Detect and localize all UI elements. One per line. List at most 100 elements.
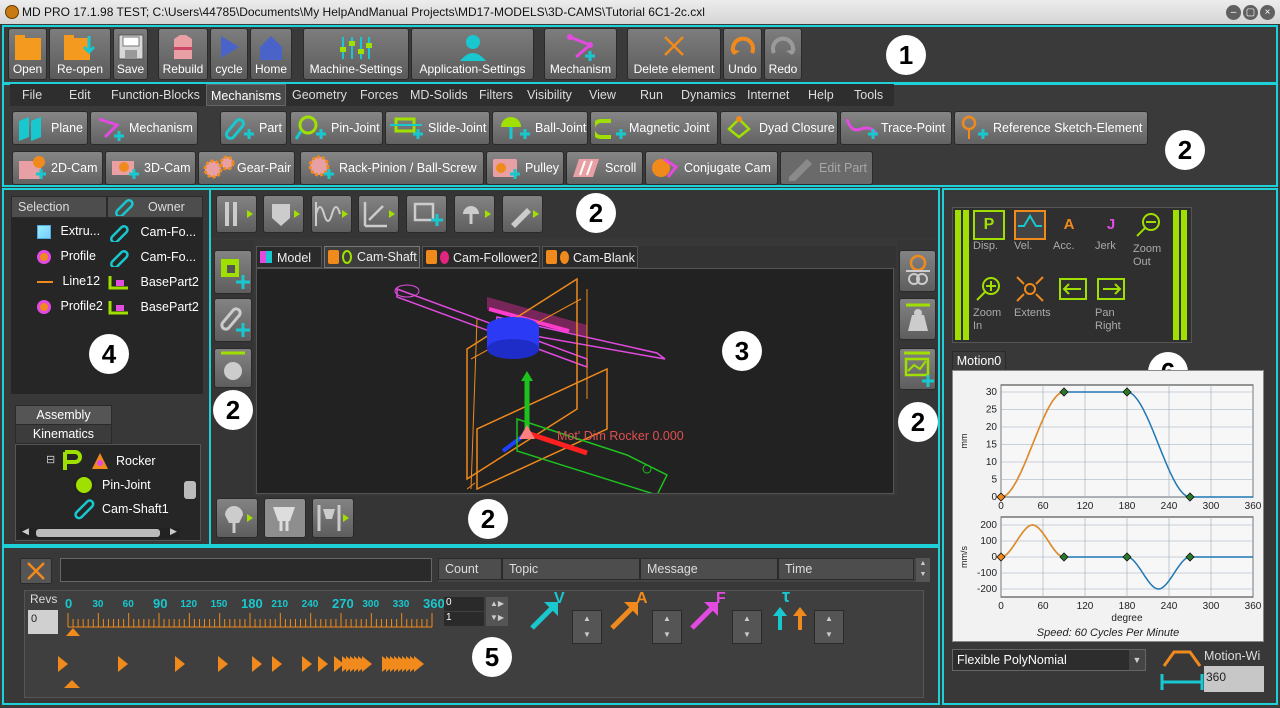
disp-button[interactable]: P Disp. <box>973 210 1009 252</box>
message-scroll-icon[interactable]: ▲ ▼ <box>916 558 930 582</box>
selection-row[interactable]: Extru... <box>37 224 100 239</box>
tree-hscroll[interactable]: ◀ ▶ <box>20 526 180 538</box>
reference-sketch-element-button[interactable]: Reference Sketch-Element <box>954 111 1148 145</box>
play-speed-arrow[interactable] <box>272 656 282 672</box>
header-message[interactable]: Message <box>640 558 778 580</box>
play-speed-arrow[interactable] <box>302 656 312 672</box>
menu-help[interactable]: Help <box>804 84 838 106</box>
menu-file[interactable]: File <box>18 84 46 106</box>
tree-vscroll-thumb[interactable] <box>184 481 196 499</box>
header-time[interactable]: Time <box>778 558 914 580</box>
velocity-spin[interactable]: ▲ ▼ <box>572 610 602 644</box>
rack-pinion-button[interactable]: Rack-Pinion / Ball-Screw <box>300 151 484 185</box>
acceleration-spin[interactable]: ▲ ▼ <box>652 610 682 644</box>
minimize-icon[interactable]: – <box>1226 5 1241 20</box>
tree-item-cam-shaft1[interactable]: Cam-Shaft1 <box>102 502 169 516</box>
tab-cam-follower2[interactable]: Cam-Follower2 <box>422 246 540 268</box>
view-top-button-2[interactable] <box>263 195 304 233</box>
spin-input-2[interactable]: 1 <box>444 612 484 626</box>
view-top-button-3[interactable] <box>311 195 352 233</box>
view-right-button-3[interactable] <box>899 348 936 390</box>
menu-md-solids[interactable]: MD-Solids <box>406 84 472 106</box>
menu-filters[interactable]: Filters <box>475 84 517 106</box>
ball-joint-button[interactable]: Ball-Joint <box>492 111 588 145</box>
view-top-button-5[interactable] <box>406 195 447 233</box>
play-speed-arrow[interactable] <box>218 656 228 672</box>
view-bottom-button-1[interactable] <box>216 498 258 538</box>
slide-joint-button[interactable]: Slide-Joint <box>385 111 490 145</box>
pan-left-button[interactable] <box>1057 274 1093 307</box>
menu-dynamics[interactable]: Dynamics <box>677 84 740 106</box>
header-count[interactable]: Count <box>438 558 502 580</box>
spin-arrows[interactable]: ▲▶ ▼▶ <box>486 597 508 626</box>
3d-viewport[interactable]: Mot' Dim Rocker 0.000 3 <box>256 268 894 496</box>
view-top-button-6[interactable] <box>454 195 495 233</box>
view-top-button-4[interactable] <box>358 195 399 233</box>
redo-button[interactable]: Redo <box>764 28 802 80</box>
menu-forces[interactable]: Forces <box>356 84 402 106</box>
play-speed-arrow[interactable] <box>318 656 328 672</box>
scroll-left-icon[interactable]: ◀ <box>22 526 29 537</box>
undo-button[interactable]: Undo <box>723 28 762 80</box>
mechanism-ribbon-button[interactable]: Mechanism <box>90 111 198 145</box>
jerk-button[interactable]: J Jerk <box>1095 210 1131 252</box>
zoom-in-button[interactable]: Zoom In <box>973 274 1009 333</box>
magnetic-joint-button[interactable]: Magnetic Joint <box>590 111 718 145</box>
extents-button[interactable]: Extents <box>1014 274 1056 319</box>
save-button[interactable]: Save <box>113 28 148 80</box>
pulley-button[interactable]: Pulley <box>486 151 564 185</box>
view-left-button-3[interactable] <box>214 348 252 388</box>
menu-tools[interactable]: Tools <box>850 84 887 106</box>
motion-law-select[interactable]: Flexible PolyNomial ▼ <box>952 649 1146 671</box>
menu-edit[interactable]: Edit <box>65 84 95 106</box>
header-topic[interactable]: Topic <box>502 558 640 580</box>
machine-settings-button[interactable]: Machine-Settings <box>303 28 409 80</box>
menu-mechanisms[interactable]: Mechanisms <box>206 84 287 106</box>
menu-function-blocks[interactable]: Function-Blocks <box>107 84 204 106</box>
application-settings-button[interactable]: Application-Settings <box>411 28 534 80</box>
open-button[interactable]: Open <box>8 28 47 80</box>
tree-item-rocker[interactable]: Rocker <box>116 454 156 468</box>
speed-marker-icon[interactable] <box>64 679 80 689</box>
rebuild-button[interactable]: Rebuild <box>158 28 208 80</box>
close-icon[interactable]: × <box>1260 5 1275 20</box>
vel-button[interactable]: Vel. <box>1014 210 1050 252</box>
motion-chart-area[interactable]: 0 60 120 180 240 300 360 0 5 10 15 20 25 30 mm 0 60 120 18… <box>952 370 1264 642</box>
selection-row[interactable]: Profile2 <box>37 299 103 314</box>
selection-header[interactable]: Selection <box>11 196 107 218</box>
torque-vector-toggle[interactable]: τ <box>770 586 814 634</box>
delete-element-button[interactable]: Delete element <box>627 28 721 80</box>
play-speed-arrow[interactable] <box>252 656 262 672</box>
play-speed-arrow[interactable] <box>175 656 185 672</box>
play-speed-arrow[interactable] <box>362 656 372 672</box>
maximize-icon[interactable]: ▢ <box>1243 5 1258 20</box>
timeline-marker-icon[interactable] <box>66 627 80 637</box>
3d-cam-button[interactable]: 3D-Cam <box>105 151 196 185</box>
force-vector-toggle[interactable]: F <box>688 590 732 632</box>
tree-hscroll-thumb[interactable] <box>36 529 160 537</box>
trace-point-button[interactable]: Trace-Point <box>840 111 952 145</box>
menu-internet[interactable]: Internet <box>743 84 793 106</box>
chevron-down-icon[interactable]: ▼ <box>1129 650 1145 670</box>
conjugate-cam-button[interactable]: Conjugate Cam <box>645 151 778 185</box>
gear-pair-button[interactable]: Gear-Pair <box>198 151 295 185</box>
motion-width-input[interactable]: 360 <box>1204 666 1264 692</box>
view-bottom-button-2[interactable] <box>264 498 306 538</box>
zoom-out-button[interactable]: Zoom Out <box>1133 210 1171 269</box>
part-button[interactable]: Part <box>220 111 287 145</box>
tab-model[interactable]: Model <box>256 246 322 268</box>
play-speed-arrow[interactable] <box>58 656 68 672</box>
scroll-right-icon[interactable]: ▶ <box>170 526 177 537</box>
pin-joint-button[interactable]: Pin-Joint <box>290 111 383 145</box>
menu-view[interactable]: View <box>585 84 620 106</box>
view-right-button-1[interactable] <box>899 250 936 292</box>
view-right-button-2[interactable] <box>899 298 936 340</box>
torque-spin[interactable]: ▲ ▼ <box>814 610 844 644</box>
reopen-button[interactable]: Re-open <box>49 28 111 80</box>
acceleration-vector-toggle[interactable]: A <box>608 590 652 632</box>
scroll-button[interactable]: Scroll <box>566 151 643 185</box>
force-spin[interactable]: ▲ ▼ <box>732 610 762 644</box>
menu-run[interactable]: Run <box>636 84 667 106</box>
plane-button[interactable]: Plane <box>12 111 88 145</box>
spin-input-1[interactable]: 0 <box>444 597 484 611</box>
